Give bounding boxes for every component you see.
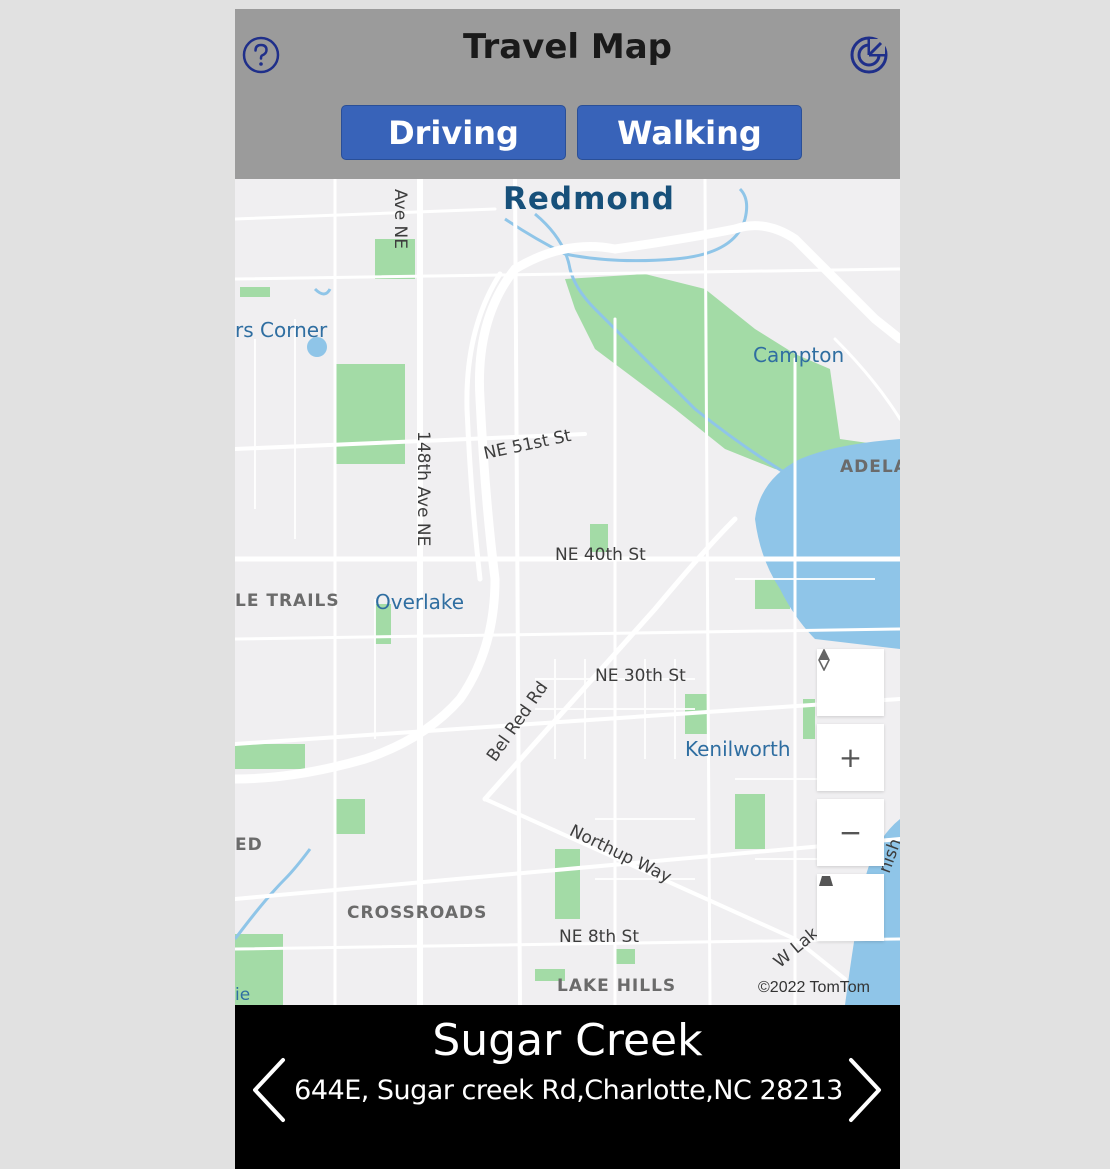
map-label-district: LAKE HILLS xyxy=(557,976,677,996)
radar-icon[interactable] xyxy=(847,33,891,77)
map-label-street: 148th Ave NE xyxy=(413,431,433,547)
map-label-area: Kenilworth xyxy=(685,737,791,761)
compass-button[interactable] xyxy=(817,649,884,716)
next-location-button[interactable] xyxy=(843,1055,887,1125)
map-label-district: LE TRAILS xyxy=(235,591,340,611)
location-name: Sugar Creek xyxy=(432,1015,703,1066)
map-label-street: NE 8th St xyxy=(559,927,639,947)
driving-button[interactable]: Driving xyxy=(341,105,566,160)
header-bar: Travel Map Driving Walking xyxy=(235,9,900,179)
map-label-district: ED xyxy=(235,835,263,855)
map-label-street: NE 30th St xyxy=(595,666,686,686)
map-copyright: ©2022 TomTom xyxy=(758,979,870,996)
map-label-district: CROSSROADS xyxy=(347,903,488,923)
tilt-button[interactable] xyxy=(817,874,884,941)
travel-map-app: Travel Map Driving Walking Redmond Ave N… xyxy=(235,9,900,1169)
zoom-in-button[interactable]: + xyxy=(817,724,884,791)
walking-button[interactable]: Walking xyxy=(577,105,802,160)
map-label-street: Ave NE xyxy=(390,189,410,250)
map-label-street: NE 40th St xyxy=(555,545,646,565)
page-title: Travel Map xyxy=(463,27,672,67)
map-label-district: ADELA xyxy=(840,457,900,477)
zoom-out-button[interactable]: − xyxy=(817,799,884,866)
location-address: 644E, Sugar creek Rd,Charlotte,NC 28213 xyxy=(294,1075,843,1106)
map-label-area: rs Corner xyxy=(235,318,328,342)
map-label-city: Redmond xyxy=(503,181,675,217)
chevron-right-icon xyxy=(849,1058,881,1122)
map-label-area: Campton xyxy=(753,343,845,367)
chevron-left-icon xyxy=(253,1058,285,1122)
map-label-area: ie xyxy=(235,985,251,1005)
map-view[interactable]: Redmond Ave NE rs Corner Campton NE 51st… xyxy=(235,179,900,1005)
tilt-icon xyxy=(819,876,833,886)
map-label-area: Overlake xyxy=(375,590,465,614)
compass-icon xyxy=(818,649,830,671)
location-footer: Sugar Creek 644E, Sugar creek Rd,Charlot… xyxy=(235,1005,900,1169)
